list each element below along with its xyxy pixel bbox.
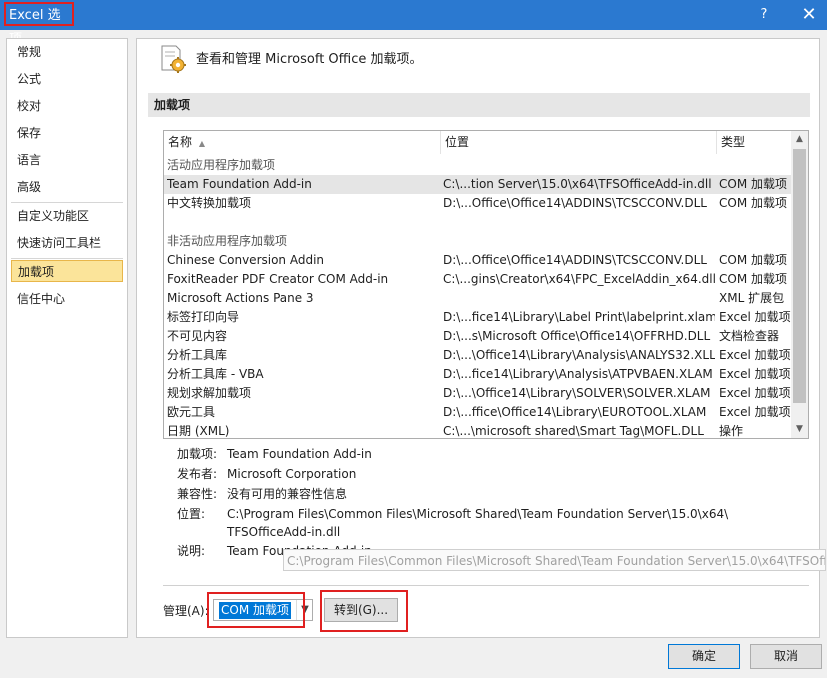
column-header-name-label: 名称	[168, 135, 193, 149]
table-row[interactable]: 欧元工具 D:\...ffice\Office14\Library\EUROTO…	[164, 403, 792, 422]
scroll-up-icon[interactable]: ▲	[791, 131, 808, 148]
row-location: C:\...tion Server\15.0\x64\TFSOfficeAdd-…	[443, 177, 712, 191]
group-label-active: 活动应用程序加载项	[167, 158, 276, 172]
detail-compat-label: 兼容性:	[177, 487, 218, 501]
detail-addin-label: 加载项:	[177, 447, 218, 461]
addins-list[interactable]: 名称 ▲ 位置 类型 活动应用程序加载项 Team Foundation Add…	[163, 130, 809, 439]
table-row[interactable]: 不可见内容 D:\...s\Microsoft Office\Office14\…	[164, 327, 792, 346]
detail-compat-value: 没有可用的兼容性信息	[227, 487, 348, 501]
row-type: Excel 加载项	[719, 386, 791, 400]
row-name: 中文转换加载项	[167, 196, 252, 210]
nav-item-customize-ribbon[interactable]: 自定义功能区	[11, 205, 123, 227]
cancel-button[interactable]: 取消	[750, 644, 822, 669]
row-name: 分析工具库 - VBA	[167, 367, 264, 381]
options-nav: 常规 公式 校对 保存 语言 高级 自定义功能区 快速访问工具栏 加载项 信任中…	[6, 38, 128, 638]
section-header: 加载项	[148, 93, 810, 117]
title-bar	[0, 0, 827, 30]
table-row[interactable]: 标签打印向导 D:\...fice14\Library\Label Print\…	[164, 308, 792, 327]
detail-publisher-value: Microsoft Corporation	[227, 467, 357, 481]
row-location: D:\...ffice\Office14\Library\EUROTOOL.XL…	[443, 405, 707, 419]
table-row[interactable]: FoxitReader PDF Creator COM Add-in C:\..…	[164, 270, 792, 289]
vertical-scrollbar[interactable]: ▲ ▼	[791, 131, 808, 438]
row-location: C:\...\microsoft shared\Smart Tag\MOFL.D…	[443, 424, 704, 438]
row-name: 不可见内容	[167, 329, 228, 343]
row-name: 日期 (XML)	[167, 424, 230, 438]
row-type: Excel 加载项	[719, 310, 791, 324]
row-type: COM 加载项	[719, 253, 787, 267]
column-header-type[interactable]: 类型	[717, 131, 792, 154]
row-name: Team Foundation Add-in	[167, 177, 312, 191]
table-row[interactable]: Microsoft Actions Pane 3 XML 扩展包	[164, 289, 792, 308]
row-type: 操作	[719, 424, 744, 438]
scroll-down-icon[interactable]: ▼	[791, 421, 808, 438]
row-type: COM 加载项	[719, 196, 787, 210]
row-name: 规划求解加载项	[167, 386, 252, 400]
nav-item-language[interactable]: 语言	[11, 149, 123, 171]
row-name: 欧元工具	[167, 405, 216, 419]
nav-item-addins[interactable]: 加载项	[11, 260, 123, 282]
row-type: COM 加载项	[719, 272, 787, 286]
manage-label: 管理(A):	[163, 604, 209, 618]
detail-location-label: 位置:	[177, 507, 206, 521]
nav-divider	[11, 258, 123, 259]
detail-publisher-label: 发布者:	[177, 467, 218, 481]
table-row[interactable]: 规划求解加载项 D:\...\Office14\Library\SOLVER\S…	[164, 384, 792, 403]
row-location: D:\...\Office14\Library\SOLVER\SOLVER.XL…	[443, 386, 711, 400]
nav-item-save[interactable]: 保存	[11, 122, 123, 144]
table-row[interactable]: Team Foundation Add-in C:\...tion Server…	[164, 175, 792, 194]
highlight-box	[320, 590, 408, 632]
row-type: Excel 加载项	[719, 367, 791, 381]
row-name: 分析工具库	[167, 348, 228, 362]
nav-item-advanced[interactable]: 高级	[11, 176, 123, 198]
scrollbar-thumb[interactable]	[793, 149, 806, 403]
table-row[interactable]: 分析工具库 D:\...\Office14\Library\Analysis\A…	[164, 346, 792, 365]
nav-divider	[11, 202, 123, 203]
location-tooltip: C:\Program Files\Common Files\Microsoft …	[283, 549, 826, 571]
page-title: 查看和管理 Microsoft Office 加载项。	[196, 52, 423, 67]
table-row[interactable]: 中文转换加载项 D:\...Office\Office14\ADDINS\TCS…	[164, 194, 792, 213]
row-location: D:\...Office\Office14\ADDINS\TCSCCONV.DL…	[443, 196, 707, 210]
ok-button[interactable]: 确定	[668, 644, 740, 669]
row-type: Excel 加载项	[719, 405, 791, 419]
window-title: Excel 选项	[4, 2, 74, 47]
sort-ascending-icon: ▲	[198, 139, 205, 148]
nav-item-quick-access-toolbar[interactable]: 快速访问工具栏	[11, 232, 123, 254]
table-row[interactable]: 分析工具库 - VBA D:\...fice14\Library\Analysi…	[164, 365, 792, 384]
row-type: XML 扩展包	[719, 291, 785, 305]
nav-item-proofing[interactable]: 校对	[11, 95, 123, 117]
nav-item-formulas[interactable]: 公式	[11, 68, 123, 90]
row-location: D:\...\Office14\Library\Analysis\ANALYS3…	[443, 348, 715, 362]
row-location: D:\...Office\Office14\ADDINS\TCSCCONV.DL…	[443, 253, 707, 267]
row-name: FoxitReader PDF Creator COM Add-in	[167, 272, 389, 286]
addins-gear-icon	[161, 45, 186, 73]
row-location: C:\...gins\Creator\x64\FPC_ExcelAddin_x6…	[443, 272, 715, 286]
detail-location-value-line2: TFSOfficeAdd-in.dll	[227, 525, 341, 539]
row-location: D:\...fice14\Library\Analysis\ATPVBAEN.X…	[443, 367, 713, 381]
row-name: 标签打印向导	[167, 310, 240, 324]
detail-location-value-line1: C:\Program Files\Common Files\Microsoft …	[227, 507, 729, 521]
row-location: D:\...fice14\Library\Label Print\labelpr…	[443, 310, 715, 324]
row-name: Microsoft Actions Pane 3	[167, 291, 314, 305]
table-row[interactable]: 日期 (XML) C:\...\microsoft shared\Smart T…	[164, 422, 792, 438]
close-button[interactable]: ✕	[794, 0, 824, 30]
row-location: D:\...s\Microsoft Office\Office14\OFFRHD…	[443, 329, 711, 343]
row-type: Excel 加载项	[719, 348, 791, 362]
nav-item-general[interactable]: 常规	[11, 41, 123, 63]
divider	[163, 585, 809, 586]
column-header-location[interactable]: 位置	[441, 131, 716, 154]
detail-addin-value: Team Foundation Add-in	[227, 447, 372, 461]
row-type: 文档检查器	[719, 329, 780, 343]
nav-item-trust-center[interactable]: 信任中心	[11, 288, 123, 310]
help-button[interactable]: ?	[752, 0, 776, 30]
highlight-box	[207, 592, 305, 628]
column-header-name[interactable]: 名称 ▲	[164, 131, 440, 154]
group-label-inactive: 非活动应用程序加载项	[167, 234, 288, 248]
row-name: Chinese Conversion Addin	[167, 253, 325, 267]
row-type: COM 加载项	[719, 177, 787, 191]
detail-desc-label: 说明:	[177, 544, 206, 558]
table-row[interactable]: Chinese Conversion Addin D:\...Office\Of…	[164, 251, 792, 270]
